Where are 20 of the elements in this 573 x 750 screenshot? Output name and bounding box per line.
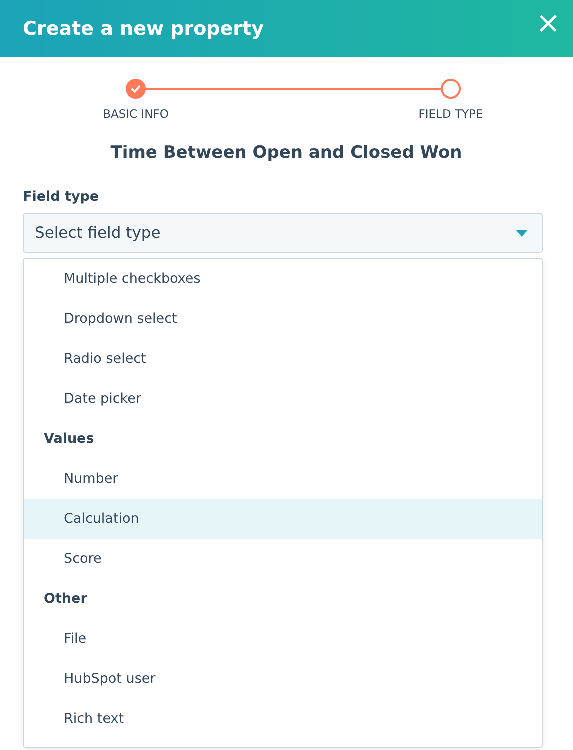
step-label: BASIC INFO <box>103 107 169 121</box>
property-name: Time Between Open and Closed Won <box>110 143 464 163</box>
menu-option[interactable]: Score <box>24 539 542 579</box>
menu-option[interactable]: Dropdown select <box>24 299 542 339</box>
caret-icon <box>516 230 528 236</box>
menu-option[interactable]: Radio select <box>24 339 542 379</box>
dialog-title: Create a new property <box>23 18 264 40</box>
menu-option[interactable]: Number <box>24 459 542 499</box>
check-icon <box>131 85 141 93</box>
field-type-select[interactable]: Select field type <box>23 213 543 253</box>
menu-option[interactable]: HubSpot user <box>24 659 542 699</box>
menu-option[interactable]: Rich text <box>24 699 542 739</box>
menu-option[interactable]: Calculation <box>24 499 542 539</box>
menu-option[interactable]: File <box>24 619 542 659</box>
step-label: FIELD TYPE <box>418 107 484 121</box>
field-label: Field type <box>23 189 100 205</box>
group-heading: Other <box>43 590 88 609</box>
group-heading: Values <box>43 430 96 449</box>
menu-option[interactable]: Date picker <box>24 379 542 419</box>
menu-option[interactable]: Multiple checkboxes <box>24 259 542 299</box>
